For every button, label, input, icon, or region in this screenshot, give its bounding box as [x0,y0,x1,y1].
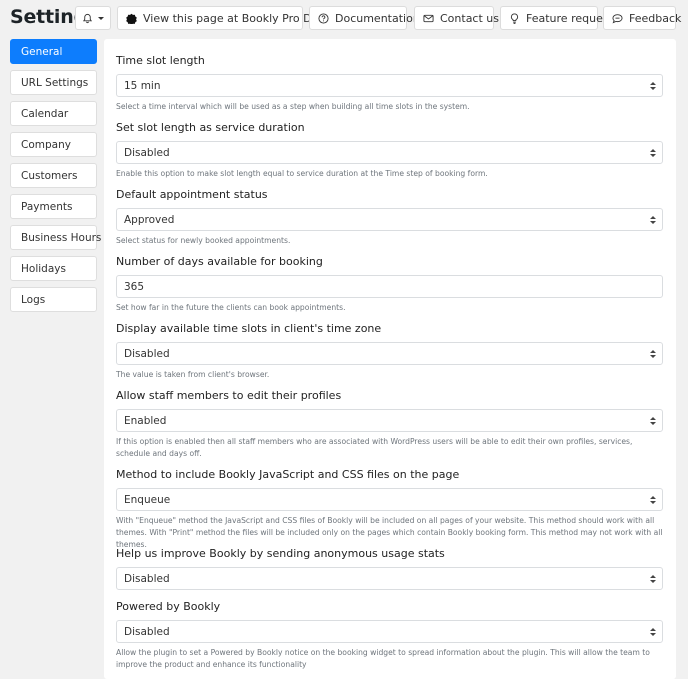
setting-label: Method to include Bookly JavaScript and … [116,468,460,481]
setting-label: Default appointment status [116,188,268,201]
notifications-dropdown-button[interactable] [75,6,111,30]
select-value: Disabled [124,146,170,159]
setting-client-time-zone: Display available time slots in client's… [116,322,663,381]
setting-help: If this option is enabled then all staff… [116,437,633,458]
include-method-select[interactable]: Enqueue [116,488,663,511]
time-slot-length-select[interactable]: 15 min [116,74,663,97]
default-appointment-status-select[interactable]: Approved [116,208,663,231]
sidebar-item-label: General [21,45,63,58]
sidebar-item-label: Company [21,138,71,151]
select-arrows-icon [650,496,656,504]
setting-label: Number of days available for booking [116,255,323,268]
select-arrows-icon [650,149,656,157]
select-arrows-icon [650,350,656,358]
sidebar-item-company[interactable]: Company [10,132,97,157]
view-demo-button[interactable]: View this page at Bookly Pro Demo [117,6,336,30]
contact-us-label: Contact us [440,11,499,25]
setting-label: Time slot length [116,54,205,67]
documentation-label: Documentation [335,11,420,25]
sidebar-item-logs[interactable]: Logs [10,287,97,312]
select-arrows-icon [650,216,656,224]
slot-length-as-duration-select[interactable]: Disabled [116,141,663,164]
select-value: Disabled [124,625,170,638]
sidebar-item-label: Holidays [21,262,66,275]
chat-icon [612,12,623,24]
setting-help: Select status for newly booked appointme… [116,236,291,245]
setting-label: Powered by Bookly [116,600,221,613]
setting-help: Enable this option to make slot length e… [116,169,488,178]
settings-sidebar: General URL Settings Calendar Company Cu… [10,39,101,318]
sidebar-item-payments[interactable]: Payments [10,194,97,219]
staff-edit-profiles-select[interactable]: Enabled [116,409,663,432]
setting-label: Set slot length as service duration [116,121,305,134]
sidebar-item-label: Logs [21,293,46,306]
client-time-zone-select[interactable]: Disabled [116,342,663,365]
sidebar-item-label: Calendar [21,107,69,120]
sidebar-item-business-hours[interactable]: Business Hours [10,225,101,250]
setting-label: Display available time slots in client's… [116,322,382,335]
select-value: Approved [124,213,175,226]
days-available-input[interactable]: 365 [116,275,663,298]
caret-down-icon [98,16,104,20]
select-value: 15 min [124,79,161,92]
setting-help: The value is taken from client's browser… [116,370,270,379]
setting-default-appointment-status: Default appointment status Approved Sele… [116,188,663,247]
select-value: Enqueue [124,493,171,506]
setting-include-method: Method to include Bookly JavaScript and … [116,468,663,551]
setting-help: Set how far in the future the clients ca… [116,303,346,312]
powered-by-bookly-select[interactable]: Disabled [116,620,663,643]
sidebar-item-label: Payments [21,200,73,213]
feedback-label: Feedback [629,11,682,25]
sidebar-item-holidays[interactable]: Holidays [10,256,97,281]
envelope-icon [423,12,434,24]
setting-label: Help us improve Bookly by sending anonym… [116,547,445,560]
contact-us-button[interactable]: Contact us [414,6,499,30]
setting-time-slot-length: Time slot length 15 min Select a time in… [116,54,663,113]
input-value: 365 [124,280,145,293]
sidebar-item-customers[interactable]: Customers [10,163,97,188]
setting-help: Allow the plugin to set a Powered by Boo… [116,648,650,669]
view-demo-label: View this page at Bookly Pro Demo [143,11,336,25]
setting-help: With "Enqueue" method the JavaScript and… [116,516,663,549]
select-arrows-icon [650,417,656,425]
question-circle-icon [318,12,329,24]
setting-days-available: Number of days available for booking 365… [116,255,663,314]
header: Settings View this page at Bookly Pro De… [0,0,688,36]
documentation-button[interactable]: Documentation [309,6,420,30]
sidebar-item-label: URL Settings [21,76,89,89]
feedback-button[interactable]: Feedback [603,6,681,30]
setting-label: Allow staff members to edit their profil… [116,389,342,402]
select-value: Disabled [124,572,170,585]
bookly-logo-icon [126,12,137,24]
sidebar-item-general[interactable]: General [10,39,97,64]
feature-requests-button[interactable]: Feature requests [500,6,619,30]
bell-icon [82,12,93,24]
select-value: Disabled [124,347,170,360]
select-arrows-icon [650,82,656,90]
settings-panel: Time slot length 15 min Select a time in… [104,39,676,679]
select-arrows-icon [650,575,656,583]
setting-help: Select a time interval which will be use… [116,102,470,111]
select-arrows-icon [650,628,656,636]
usage-stats-select[interactable]: Disabled [116,567,663,590]
select-value: Enabled [124,414,167,427]
setting-usage-stats: Help us improve Bookly by sending anonym… [116,547,663,590]
sidebar-item-label: Business Hours [21,231,102,244]
sidebar-item-calendar[interactable]: Calendar [10,101,97,126]
setting-staff-edit-profiles: Allow staff members to edit their profil… [116,389,663,460]
setting-slot-length-as-duration: Set slot length as service duration Disa… [116,121,663,180]
lightbulb-icon [509,12,520,24]
setting-powered-by-bookly: Powered by Bookly Disabled Allow the plu… [116,600,663,671]
sidebar-item-url-settings[interactable]: URL Settings [10,70,97,95]
sidebar-item-label: Customers [21,169,78,182]
